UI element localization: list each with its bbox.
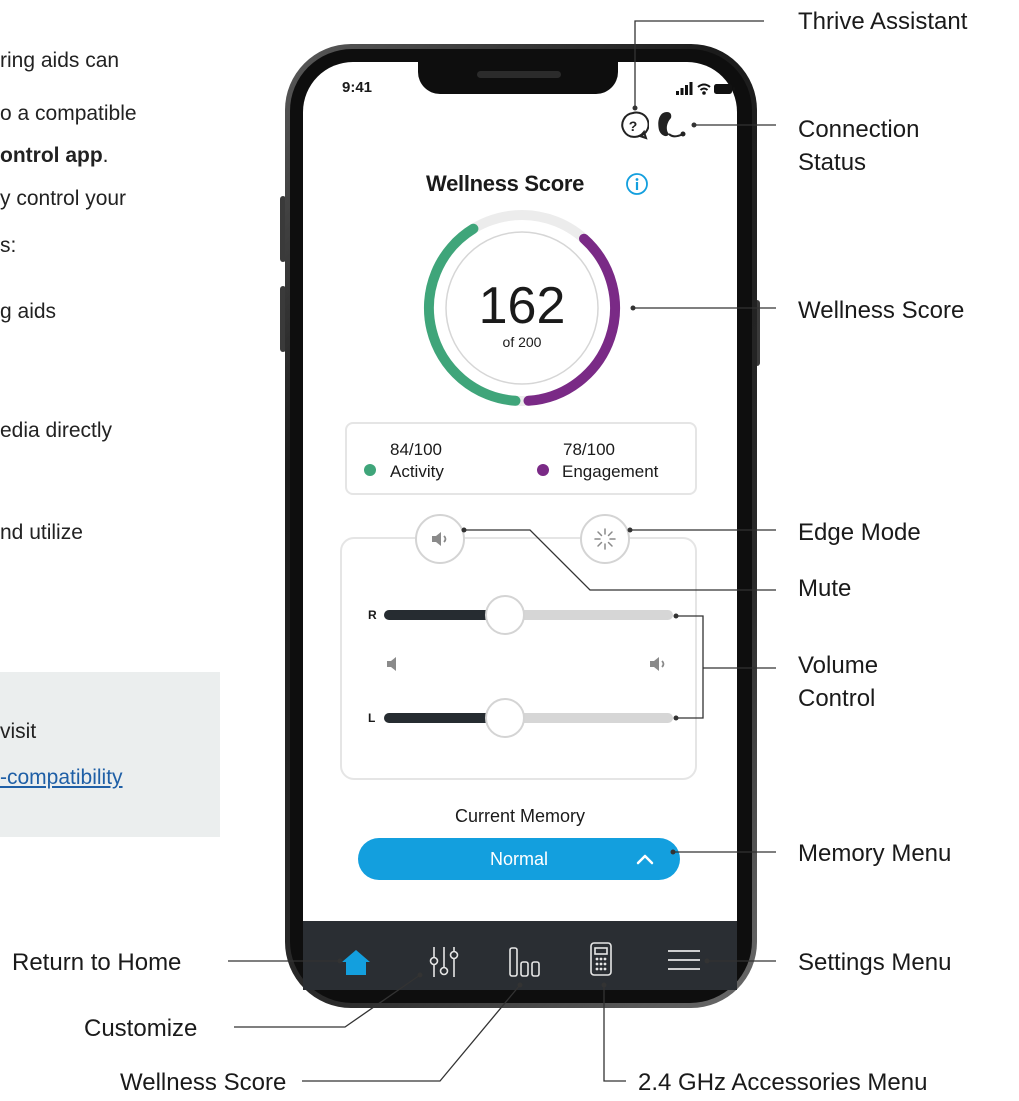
callout-connection-status: Connection [798,116,920,143]
callout-thrive-assistant: Thrive Assistant [798,8,968,35]
callout-memory-menu: Memory Menu [798,840,952,867]
callout-mute: Mute [798,575,852,602]
callout-return-home: Return to Home [12,949,182,976]
callout-volume-control: Control [798,685,876,712]
callout-settings-menu: Settings Menu [798,949,952,976]
callout-edge-mode: Edge Mode [798,519,921,546]
callout-connection-status: Status [798,149,867,176]
callout-customize: Customize [84,1015,198,1042]
callout-wellness-score: Wellness Score [798,297,965,324]
callout-volume-control: Volume [798,652,879,679]
callout-lines [228,20,776,1082]
callout-wellness-score-nav: Wellness Score [120,1069,287,1096]
callout-accessories-menu: 2.4 GHz Accessories Menu [638,1069,928,1096]
